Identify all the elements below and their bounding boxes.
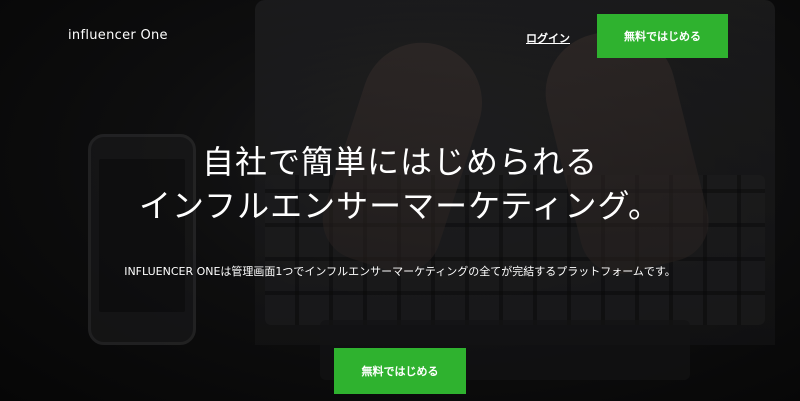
hero-description: INFLUENCER ONEは管理画面1つでインフルエンサーマーケティングの全て… [124, 265, 676, 278]
start-free-button-hero[interactable]: 無料ではじめる [334, 348, 466, 394]
hero-headline: 自社で簡単にはじめられる インフルエンサーマーケティング。 [0, 140, 800, 228]
start-free-button[interactable]: 無料ではじめる [597, 14, 728, 58]
login-link[interactable]: ログイン [526, 30, 570, 46]
headline-line-2: インフルエンサーマーケティング。 [139, 187, 661, 225]
site-logo[interactable]: influencer One [68, 28, 168, 43]
hero-section: influencer One ログイン 無料ではじめる 自社で簡単にはじめられる… [0, 0, 800, 401]
headline-line-1: 自社で簡単にはじめられる [201, 143, 598, 181]
